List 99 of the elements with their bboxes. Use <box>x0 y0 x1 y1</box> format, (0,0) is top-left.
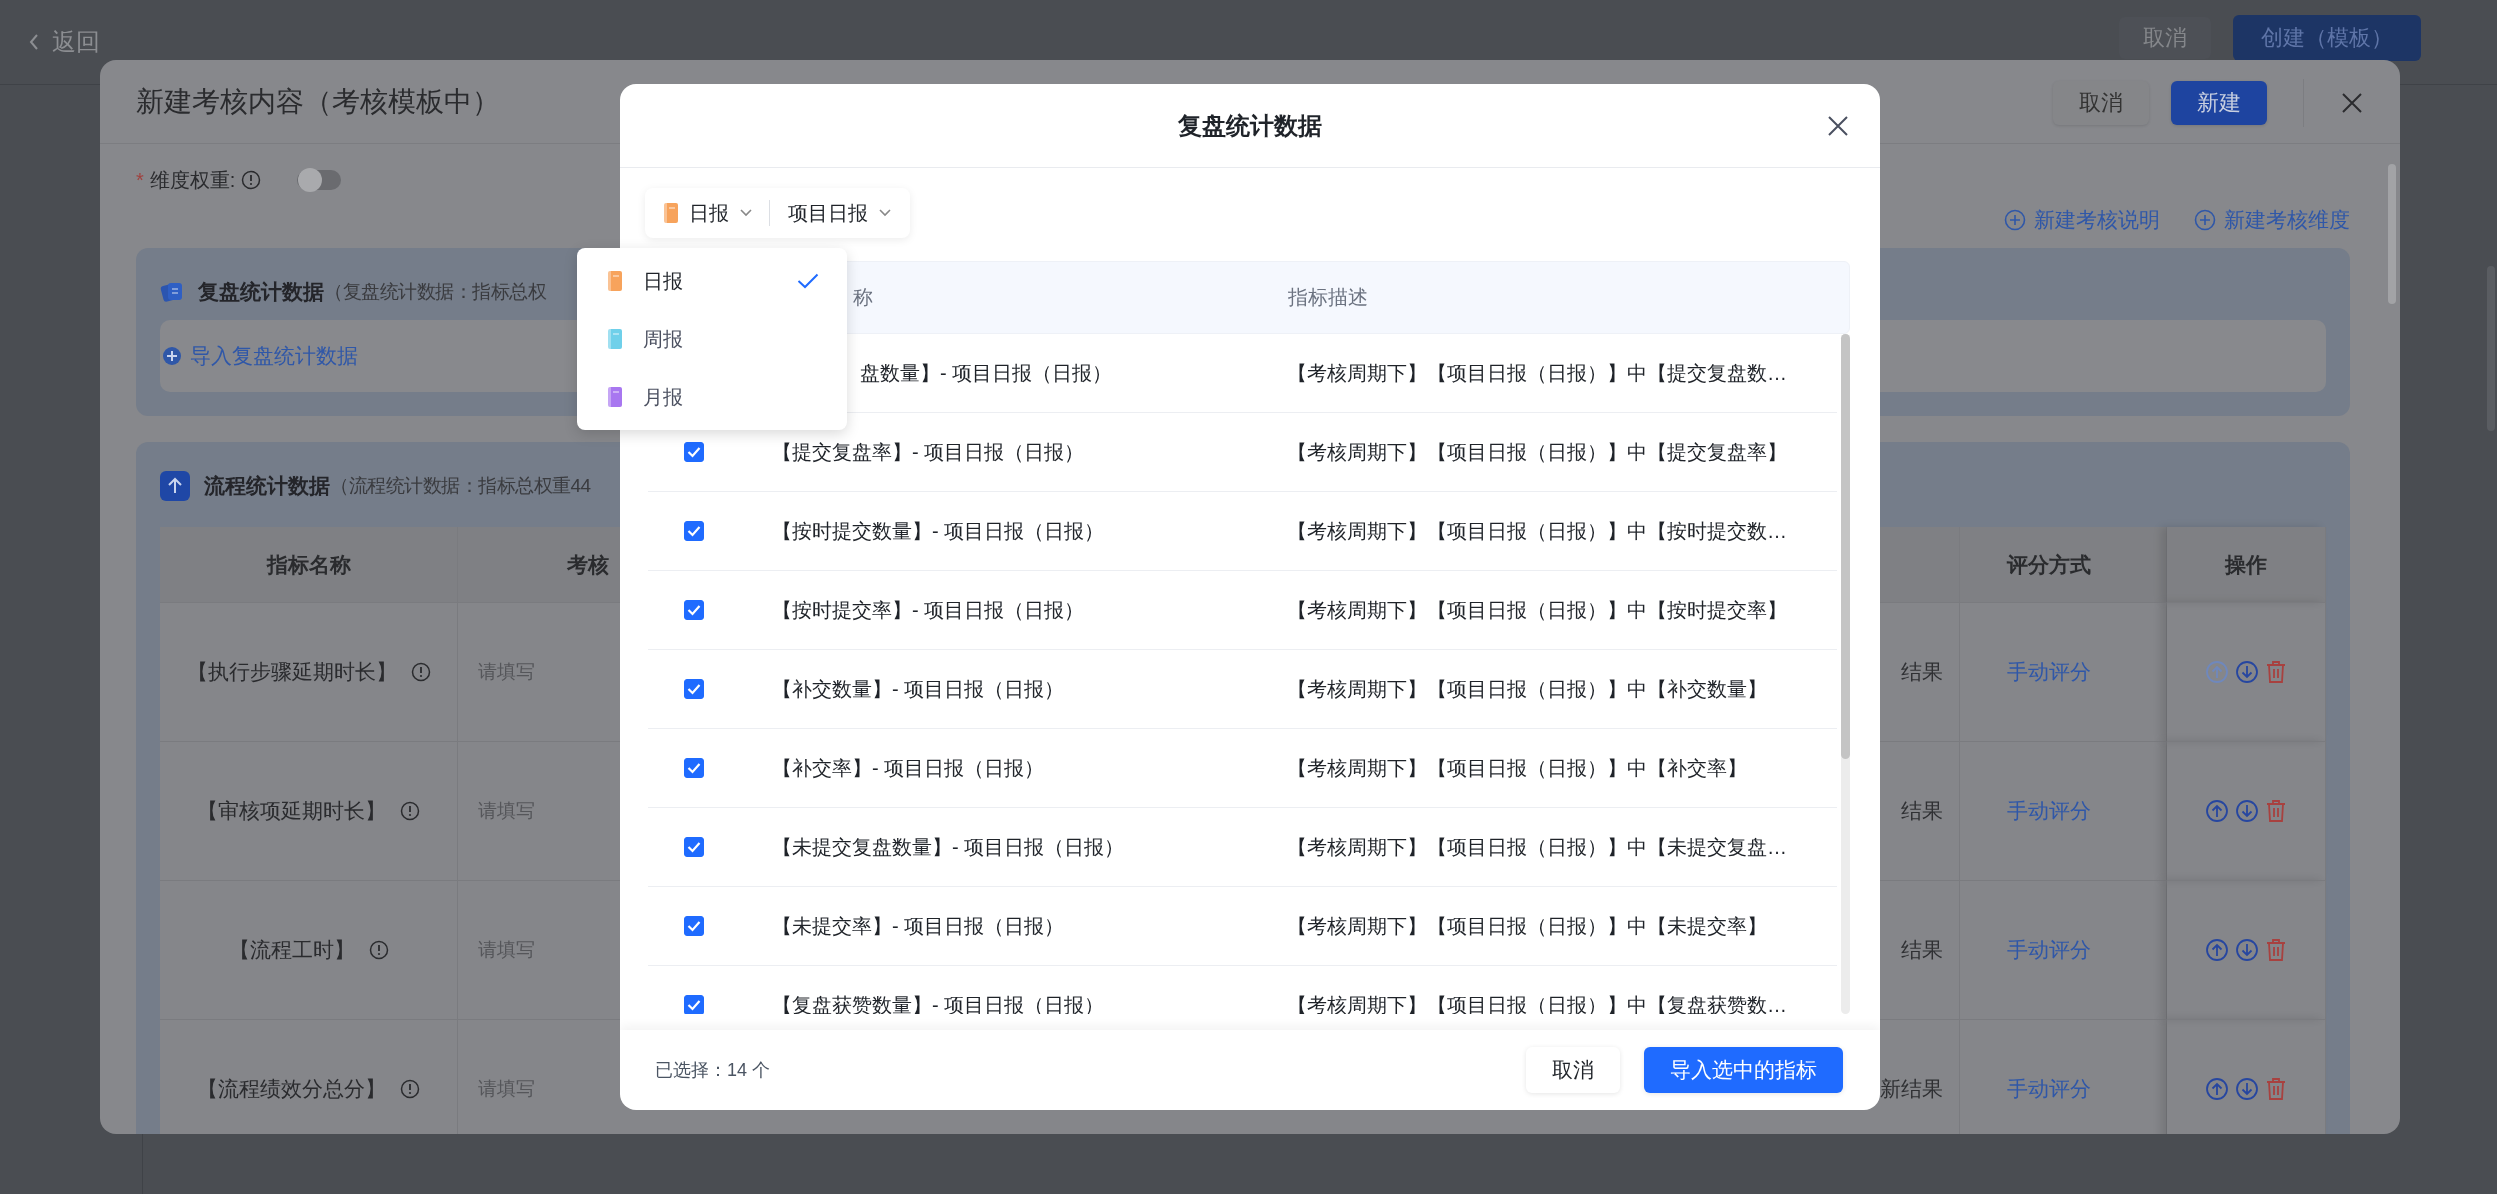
section-subtitle: （复盘统计数据：指标总权 <box>324 280 546 304</box>
scoring-link[interactable]: 手动评分 <box>2007 1075 2091 1103</box>
table-cell: 【考核周期下】【项目日报（日报）】中【提交复盘率】 <box>1287 440 1787 463</box>
check-icon <box>687 762 701 774</box>
add-link[interactable]: 新建考核维度 <box>2194 206 2350 234</box>
table-cell: 【考核周期下】【项目日报（日报）】中【未提交复盘… <box>1287 835 1787 858</box>
move-up-icon[interactable] <box>2205 938 2229 962</box>
import-button[interactable]: 导入选中的指标 <box>1644 1047 1843 1093</box>
delete-icon[interactable] <box>2265 799 2287 823</box>
table-cell-text: 【流程工时】 <box>228 937 355 963</box>
move-down-icon[interactable] <box>2235 799 2259 823</box>
checkbox[interactable] <box>684 679 704 699</box>
move-down-icon[interactable] <box>2235 938 2259 962</box>
scrollbar[interactable] <box>1841 334 1850 1014</box>
create-button[interactable]: 新建 <box>2171 80 2267 125</box>
table-cell-text: 新结果 <box>1880 1076 1943 1102</box>
move-down-icon[interactable] <box>2235 660 2259 684</box>
selection-count: 已选择：14 个 <box>655 1059 771 1082</box>
add-icon <box>2004 209 2026 231</box>
check-icon <box>687 999 701 1011</box>
close-icon[interactable] <box>2340 90 2364 115</box>
checkbox[interactable] <box>684 758 704 778</box>
menu-item[interactable]: 日报 <box>577 252 847 310</box>
scrollbar[interactable] <box>2388 164 2396 304</box>
checkbox[interactable] <box>684 521 704 541</box>
move-down-icon[interactable] <box>2235 1077 2259 1101</box>
scoring-link[interactable]: 手动评分 <box>2007 936 2091 964</box>
chevron-left-icon <box>28 33 40 51</box>
menu-item[interactable]: 周报 <box>577 310 847 368</box>
documents-icon <box>160 280 184 304</box>
toggle-switch[interactable] <box>297 170 342 190</box>
table-cell-text: 【流程绩效分总分】 <box>197 1076 386 1102</box>
field-label: 维度权重: <box>149 167 236 193</box>
column-header: 评分方式 <box>1960 527 2167 602</box>
table-cell-text: 结果 <box>1901 659 1943 685</box>
table-cell: 【考核周期下】【项目日报（日报）】中【补交率】 <box>1287 756 1747 779</box>
delete-icon[interactable] <box>2265 660 2287 684</box>
move-up-icon[interactable] <box>2205 799 2229 823</box>
add-icon <box>162 346 182 366</box>
move-up-icon[interactable] <box>2205 1077 2229 1101</box>
menu-item[interactable]: 月报 <box>577 368 847 426</box>
back-button[interactable]: 返回 <box>28 26 100 58</box>
table-cell: 【考核周期下】【项目日报（日报）】中【补交数量】 <box>1287 677 1767 700</box>
chevron-down-icon <box>739 208 753 218</box>
info-icon <box>241 170 262 190</box>
column-header: 称 <box>852 285 874 310</box>
scoring-link[interactable]: 手动评分 <box>2007 797 2091 825</box>
check-icon <box>797 273 819 289</box>
table-cell-text: 结果 <box>1901 798 1943 824</box>
cancel-button[interactable]: 取消 <box>2053 80 2149 125</box>
table-cell: 【提交复盘率】- 项目日报（日报） <box>772 440 1085 463</box>
table-cell-text: 结果 <box>1901 937 1943 963</box>
table-cell-text: 【执行步骤延期时长】 <box>186 659 397 685</box>
close-icon[interactable] <box>1826 114 1850 138</box>
table-cell: 盘数量】- 项目日报（日报） <box>860 361 1113 384</box>
checkbox[interactable] <box>684 600 704 620</box>
table-cell: 【考核周期下】【项目日报（日报）】中【提交复盘数… <box>1287 361 1787 384</box>
table-cell: 【未提交复盘数量】- 项目日报（日报） <box>772 835 1125 858</box>
checkbox[interactable] <box>684 837 704 857</box>
table-cell: 【补交数量】- 项目日报（日报） <box>772 677 1065 700</box>
table-cell: 【补交率】- 项目日报（日报） <box>772 756 1045 779</box>
scoring-link[interactable]: 手动评分 <box>2007 658 2091 686</box>
info-icon <box>368 940 389 960</box>
add-link[interactable]: 新建考核说明 <box>2004 206 2160 234</box>
column-header: 操作 <box>2167 527 2326 602</box>
check-icon <box>687 920 701 932</box>
info-icon <box>400 801 420 821</box>
info-icon <box>400 1079 420 1099</box>
chevron-down-icon <box>878 208 892 218</box>
delete-icon[interactable] <box>2265 1077 2287 1101</box>
filter-dropdown[interactable]: 项目日报 <box>788 199 892 227</box>
section-title: 复盘统计数据 <box>198 279 324 305</box>
table-cell-text: 【审核项延期时长】 <box>197 798 386 824</box>
checkbox[interactable] <box>684 995 704 1014</box>
import-link[interactable]: 导入复盘统计数据 <box>162 342 358 370</box>
checkbox[interactable] <box>684 916 704 936</box>
check-icon <box>687 446 701 458</box>
cancel-button[interactable]: 取消 <box>1526 1047 1620 1093</box>
required-mark: * <box>136 168 144 192</box>
check-icon <box>687 604 701 616</box>
table-cell: 【未提交率】- 项目日报（日报） <box>772 914 1065 937</box>
dialog-title: 新建考核内容（考核模板中） <box>136 84 500 119</box>
add-icon <box>2194 209 2216 231</box>
section-subtitle: （流程统计数据：指标总权重44 <box>330 474 591 498</box>
check-icon <box>687 525 701 537</box>
delete-icon[interactable] <box>2265 938 2287 962</box>
document-icon <box>663 202 679 224</box>
info-icon <box>410 662 431 682</box>
column-header: 指标描述 <box>1288 285 1369 310</box>
check-icon <box>687 841 701 853</box>
filter-dropdown[interactable]: 日报 <box>663 199 753 227</box>
modal-title: 复盘统计数据 <box>1178 110 1322 141</box>
column-header: 指标名称 <box>160 527 458 602</box>
checkbox[interactable] <box>684 442 704 462</box>
create-button[interactable]: 创建（模板） <box>2233 15 2421 61</box>
section-title: 流程统计数据 <box>204 473 330 499</box>
check-icon <box>687 683 701 695</box>
table-cell: 【考核周期下】【项目日报（日报）】中【未提交率】 <box>1287 914 1767 937</box>
cancel-button[interactable]: 取消 <box>2119 17 2211 59</box>
